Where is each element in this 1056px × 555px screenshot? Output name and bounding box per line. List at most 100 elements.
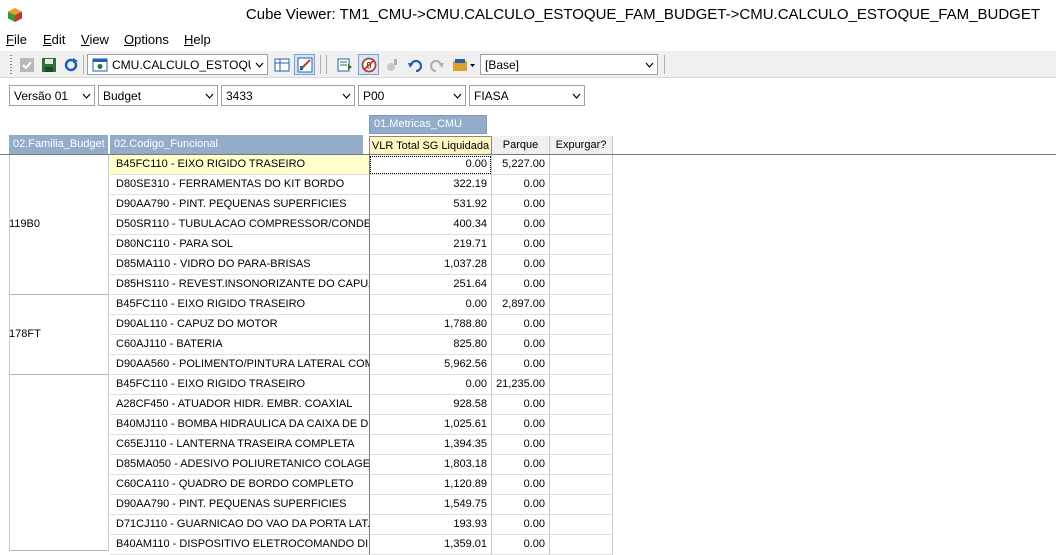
codigo-funcional-cell[interactable]: C60AJ110 - BATERIA xyxy=(110,335,369,355)
vlr-total-cell[interactable]: 1,120.89 xyxy=(369,475,492,495)
codigo-funcional-cell[interactable]: B45FC110 - EIXO RIGIDO TRASEIRO xyxy=(110,375,369,395)
vlr-total-cell[interactable]: 400.34 xyxy=(369,215,492,235)
row-dimension-header-familia[interactable]: 02.Familia_Budget xyxy=(9,135,109,154)
column-dimension-header[interactable]: 01.Metricas_CMU xyxy=(369,115,487,134)
codigo-funcional-cell[interactable]: C65EJ110 - LANTERNA TRASEIRA COMPLETA xyxy=(110,435,369,455)
codigo-funcional-cell[interactable]: D90AL110 - CAPUZ DO MOTOR xyxy=(110,315,369,335)
menu-options[interactable]: Options xyxy=(124,32,169,47)
parque-cell[interactable]: 0.00 xyxy=(492,455,550,475)
expurgar-cell[interactable] xyxy=(550,315,613,335)
parque-cell[interactable]: 21,235.00 xyxy=(492,375,550,395)
codigo-funcional-cell[interactable]: D85MA050 - ADESIVO POLIURETANICO COLAGEM… xyxy=(110,455,369,475)
expurgar-cell[interactable] xyxy=(550,355,613,375)
parque-cell[interactable]: 0.00 xyxy=(492,415,550,435)
sandbox-button[interactable] xyxy=(451,54,477,75)
vlr-total-cell[interactable]: 1,803.18 xyxy=(369,455,492,475)
filter-empresa[interactable]: FIASA xyxy=(469,85,585,106)
vlr-total-cell[interactable]: 1,359.01 xyxy=(369,535,492,555)
parque-cell[interactable]: 0.00 xyxy=(492,355,550,375)
codigo-funcional-cell[interactable]: D90AA790 - PINT. PEQUENAS SUPERFICIES xyxy=(110,195,369,215)
codigo-funcional-cell[interactable]: B45FC110 - EIXO RIGIDO TRASEIRO xyxy=(110,295,369,315)
vlr-total-cell[interactable]: 928.58 xyxy=(369,395,492,415)
commit-button[interactable] xyxy=(16,54,37,75)
redo-button[interactable] xyxy=(426,54,447,75)
menu-edit[interactable]: Edit xyxy=(43,32,65,47)
view-type-select[interactable]: [Base] xyxy=(480,54,658,75)
expurgar-cell[interactable] xyxy=(550,155,613,175)
codigo-funcional-cell[interactable]: B45FC110 - EIXO RIGIDO TRASEIRO xyxy=(110,155,369,175)
expurgar-cell[interactable] xyxy=(550,175,613,195)
filter-versao[interactable]: Versão 01 xyxy=(9,85,95,106)
vlr-total-cell[interactable]: 219.71 xyxy=(369,235,492,255)
column-header-vlr-total[interactable]: VLR Total SG Liquidada xyxy=(369,136,492,155)
vlr-total-cell[interactable]: 531.92 xyxy=(369,195,492,215)
expurgar-cell[interactable] xyxy=(550,295,613,315)
parque-cell[interactable]: 0.00 xyxy=(492,175,550,195)
export-button[interactable] xyxy=(334,54,355,75)
filter-codigo[interactable]: 3433 xyxy=(221,85,355,106)
drill-button[interactable] xyxy=(382,54,403,75)
parque-cell[interactable]: 0.00 xyxy=(492,235,550,255)
parque-cell[interactable]: 0.00 xyxy=(492,275,550,295)
expurgar-cell[interactable] xyxy=(550,435,613,455)
vlr-total-cell[interactable]: 1,037.28 xyxy=(369,255,492,275)
expurgar-cell[interactable] xyxy=(550,495,613,515)
expurgar-cell[interactable] xyxy=(550,215,613,235)
vlr-total-cell[interactable]: 251.64 xyxy=(369,275,492,295)
codigo-funcional-cell[interactable]: D80SE310 - FERRAMENTAS DO KIT BORDO xyxy=(110,175,369,195)
filter-cenario[interactable]: Budget xyxy=(98,85,218,106)
codigo-funcional-cell[interactable]: D90AA790 - PINT. PEQUENAS SUPERFICIES xyxy=(110,495,369,515)
codigo-funcional-cell[interactable]: B40MJ110 - BOMBA HIDRAULICA DA CAIXA DE … xyxy=(110,415,369,435)
expurgar-cell[interactable] xyxy=(550,455,613,475)
parque-cell[interactable]: 0.00 xyxy=(492,215,550,235)
codigo-funcional-cell[interactable]: D85HS110 - REVEST.INSONORIZANTE DO CAPUZ… xyxy=(110,275,369,295)
menu-file[interactable]: File xyxy=(6,32,27,47)
parque-cell[interactable]: 0.00 xyxy=(492,395,550,415)
parque-cell[interactable]: 5,227.00 xyxy=(492,155,550,175)
familia-label[interactable]: 178FT xyxy=(9,328,41,340)
parque-cell[interactable]: 0.00 xyxy=(492,255,550,275)
vlr-total-cell[interactable]: 1,549.75 xyxy=(369,495,492,515)
codigo-funcional-cell[interactable]: B40AM110 - DISPOSITIVO ELETROCOMANDO DIR… xyxy=(110,535,369,555)
codigo-funcional-cell[interactable]: D80NC110 - PARA SOL xyxy=(110,235,369,255)
expurgar-cell[interactable] xyxy=(550,195,613,215)
vlr-total-cell[interactable]: 5,962.56 xyxy=(369,355,492,375)
column-header-expurgar[interactable]: Expurgar? xyxy=(550,136,613,155)
parque-cell[interactable]: 0.00 xyxy=(492,535,550,555)
codigo-funcional-cell[interactable]: A28CF450 - ATUADOR HIDR. EMBR. COAXIAL xyxy=(110,395,369,415)
codigo-funcional-cell[interactable]: D90AA560 - POLIMENTO/PINTURA LATERAL COM… xyxy=(110,355,369,375)
expurgar-cell[interactable] xyxy=(550,375,613,395)
vlr-total-cell[interactable]: 0.00 xyxy=(369,155,492,175)
save-button[interactable] xyxy=(38,54,59,75)
vlr-total-cell[interactable]: 0.00 xyxy=(369,295,492,315)
vlr-total-cell[interactable]: 1,788.80 xyxy=(369,315,492,335)
expurgar-cell[interactable] xyxy=(550,275,613,295)
codigo-funcional-cell[interactable]: C60CA110 - QUADRO DE BORDO COMPLETO xyxy=(110,475,369,495)
expurgar-cell[interactable] xyxy=(550,515,613,535)
parque-cell[interactable]: 0.00 xyxy=(492,195,550,215)
codigo-funcional-cell[interactable]: D50SR110 - TUBULACAO COMPRESSOR/CONDENSA… xyxy=(110,215,369,235)
vlr-total-cell[interactable]: 1,394.35 xyxy=(369,435,492,455)
vlr-total-cell[interactable]: 193.93 xyxy=(369,515,492,535)
vlr-total-cell[interactable]: 1,025.61 xyxy=(369,415,492,435)
column-header-parque[interactable]: Parque xyxy=(492,136,550,155)
menu-view[interactable]: View xyxy=(81,32,109,47)
codigo-funcional-cell[interactable]: D85MA110 - VIDRO DO PARA-BRISAS xyxy=(110,255,369,275)
view-selector[interactable]: CMU.CALCULO_ESTOQUE_ xyxy=(87,54,268,75)
expurgar-cell[interactable] xyxy=(550,475,613,495)
vlr-total-cell[interactable]: 825.80 xyxy=(369,335,492,355)
view-properties-button[interactable] xyxy=(271,54,292,75)
familia-label[interactable]: 119B0 xyxy=(9,218,40,230)
expurgar-cell[interactable] xyxy=(550,255,613,275)
suppress-zeros-button[interactable]: 0 xyxy=(358,54,379,75)
parque-cell[interactable]: 0.00 xyxy=(492,335,550,355)
expurgar-cell[interactable] xyxy=(550,335,613,355)
parque-cell[interactable]: 2,897.00 xyxy=(492,295,550,315)
menu-help[interactable]: Help xyxy=(184,32,211,47)
parque-cell[interactable]: 0.00 xyxy=(492,475,550,495)
filter-periodo[interactable]: P00 xyxy=(358,85,466,106)
toolbar-grip[interactable] xyxy=(10,55,12,74)
expurgar-cell[interactable] xyxy=(550,235,613,255)
parque-cell[interactable]: 0.00 xyxy=(492,315,550,335)
parque-cell[interactable]: 0.00 xyxy=(492,435,550,455)
